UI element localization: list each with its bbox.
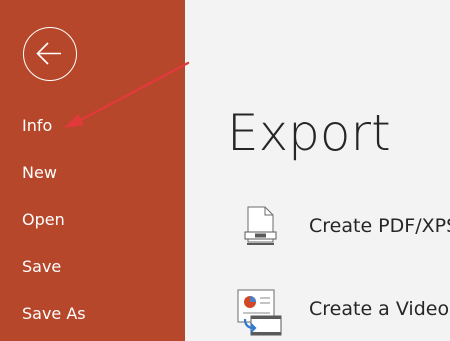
- sidebar-item-save[interactable]: Save: [22, 257, 61, 277]
- sidebar-item-open[interactable]: Open: [22, 210, 65, 230]
- sidebar-item-save-as[interactable]: Save As: [22, 304, 86, 324]
- create-video-label: Create a Video: [309, 298, 450, 320]
- main-panel: Export Create PDF/XPS Document Create a …: [185, 0, 450, 341]
- create-pdf-xps-label: Create PDF/XPS Document: [309, 215, 450, 237]
- page-title: Export: [227, 104, 391, 162]
- create-video-option[interactable]: Create a Video: [185, 286, 450, 338]
- backstage-sidebar: Info New Open Save Save As: [0, 0, 185, 341]
- pdf-document-icon: [244, 206, 277, 245]
- sidebar-item-info[interactable]: Info: [22, 116, 52, 136]
- back-arrow-icon: [36, 42, 61, 65]
- back-button[interactable]: [23, 27, 77, 81]
- video-icon: [237, 289, 282, 336]
- create-pdf-xps-option[interactable]: Create PDF/XPS Document: [185, 202, 450, 254]
- sidebar-item-new[interactable]: New: [22, 163, 57, 183]
